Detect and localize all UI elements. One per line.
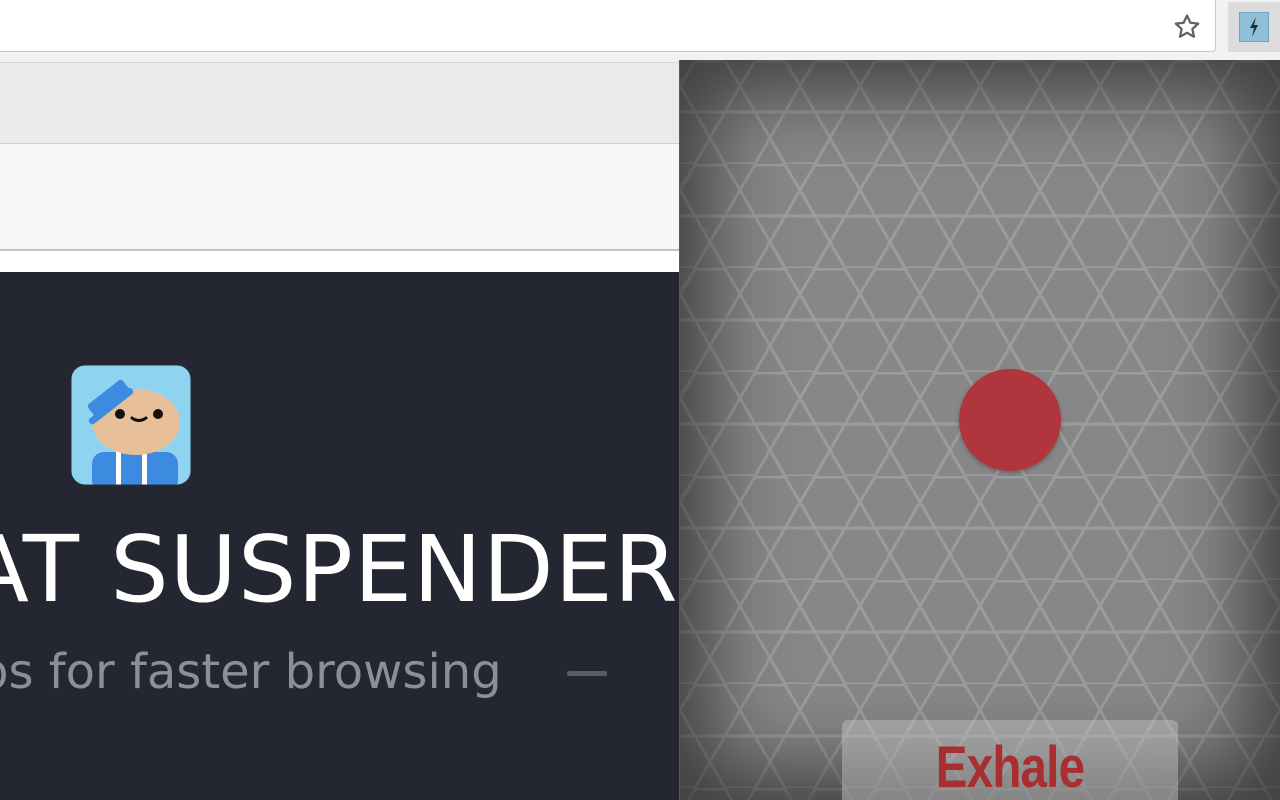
page-spacer xyxy=(0,251,680,272)
hero-title: AT SUSPENDER xyxy=(0,516,679,623)
extension-popup: Exhale xyxy=(680,60,1280,800)
address-bar[interactable] xyxy=(0,0,1216,52)
star-outline-icon xyxy=(1174,14,1200,38)
breathing-phase-panel: Exhale xyxy=(842,720,1178,800)
suspender-mascot-icon xyxy=(70,364,192,486)
breathing-indicator-dot xyxy=(959,369,1061,471)
breathing-phase-label: Exhale xyxy=(935,735,1085,800)
page-nav-band xyxy=(0,144,680,251)
hero-subtitle: bs for faster browsing xyxy=(0,644,502,700)
extension-button[interactable] xyxy=(1228,2,1280,52)
browser-toolbar xyxy=(0,0,1280,62)
bookmark-star-button[interactable] xyxy=(1168,8,1206,46)
page-header-band xyxy=(0,62,680,144)
lightning-bolt-icon xyxy=(1239,12,1269,42)
hero-section: AT SUSPENDER bs for faster browsing xyxy=(0,272,680,800)
screen: AT SUSPENDER bs for faster browsing Exha… xyxy=(0,0,1280,800)
hero-dash-divider xyxy=(567,671,607,676)
